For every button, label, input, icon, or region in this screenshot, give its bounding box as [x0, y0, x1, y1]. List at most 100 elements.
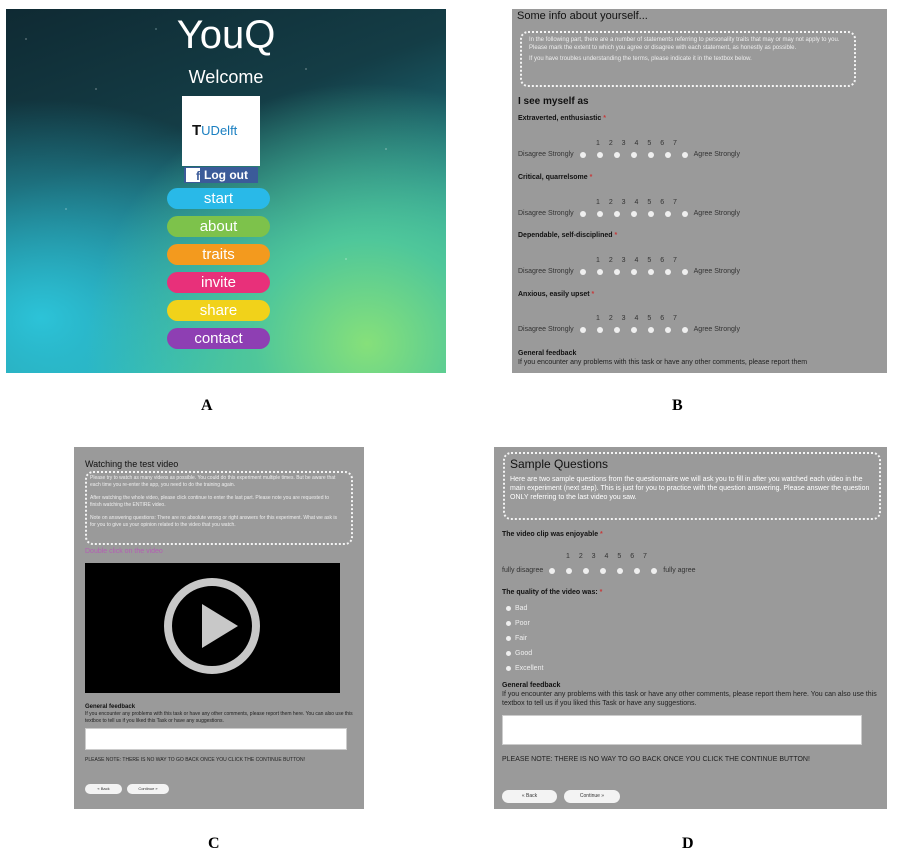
left-anchor: Disagree Strongly — [518, 151, 574, 158]
panel-label-b: B — [672, 397, 683, 414]
continue-button[interactable]: Continue » — [564, 790, 620, 803]
radio-option[interactable] — [647, 210, 654, 217]
radio-option[interactable] — [549, 567, 556, 574]
option-bad[interactable]: Bad — [506, 605, 527, 612]
left-anchor: Disagree Strongly — [518, 268, 574, 275]
option-fair[interactable]: Fair — [506, 635, 527, 642]
scale-heading: I see myself as — [518, 96, 589, 107]
radio-option[interactable] — [681, 268, 688, 275]
back-button[interactable]: « Back — [85, 784, 122, 794]
item-label-critical: Critical, quarrelsome * — [518, 174, 593, 181]
radio-option[interactable] — [664, 268, 671, 275]
no-going-back-note: PLEASE NOTE: THERE IS NO WAY TO GO BACK … — [502, 756, 810, 763]
panel-label-c: C — [208, 835, 220, 852]
radio-option[interactable] — [664, 326, 671, 333]
panel-label-a: A — [201, 397, 213, 414]
facebook-icon: f — [186, 168, 200, 182]
feedback-body: If you encounter any problems with this … — [518, 359, 808, 366]
radio-option[interactable] — [566, 567, 573, 574]
play-icon[interactable] — [162, 576, 262, 676]
tudelft-logo: TUDelft — [182, 96, 260, 166]
back-button[interactable]: « Back — [502, 790, 557, 803]
radio-option[interactable] — [596, 210, 603, 217]
likert-row-anxious: Disagree Strongly Agree Strongly — [518, 326, 740, 333]
invite-button[interactable]: invite — [167, 272, 270, 293]
radio-option[interactable] — [681, 326, 688, 333]
radio-option[interactable] — [634, 567, 641, 574]
radio-option[interactable] — [630, 151, 637, 158]
panel-b-personality-form: Some info about yourself... In the follo… — [512, 9, 887, 373]
left-anchor: Disagree Strongly — [518, 326, 574, 333]
traits-button[interactable]: traits — [167, 244, 270, 265]
radio-option[interactable] — [600, 567, 607, 574]
radio-option[interactable] — [664, 210, 671, 217]
welcome-text: Welcome — [188, 67, 264, 87]
panel-c-test-video: Watching the test video Please try to wa… — [74, 447, 364, 809]
radio-option[interactable] — [647, 151, 654, 158]
radio-option[interactable] — [617, 567, 624, 574]
radio-option[interactable] — [630, 268, 637, 275]
contact-button[interactable]: contact — [167, 328, 270, 349]
logout-button[interactable]: f Log out — [184, 167, 258, 183]
option-good[interactable]: Good — [506, 650, 532, 657]
instructions-paragraph-1: Please try to watch as many videos as po… — [90, 475, 336, 488]
radio-option[interactable] — [664, 151, 671, 158]
panel-label-d: D — [682, 835, 694, 852]
likert-row-extraverted: Disagree Strongly Agree Strongly — [518, 151, 740, 158]
right-anchor: fully agree — [663, 567, 696, 574]
share-button[interactable]: share — [167, 300, 270, 321]
instructions-paragraph-3: Note on answering questions: There are n… — [90, 515, 337, 528]
radio-option[interactable] — [613, 210, 620, 217]
about-button[interactable]: about — [167, 216, 270, 237]
item-label-anxious: Anxious, easily upset * — [518, 291, 595, 298]
feedback-textarea[interactable] — [85, 728, 347, 750]
radio-option[interactable] — [630, 210, 637, 217]
logout-label: Log out — [204, 168, 248, 182]
radio-option[interactable] — [596, 151, 603, 158]
section-title: Some info about yourself... — [517, 10, 648, 22]
radio-option[interactable] — [651, 567, 658, 574]
section-title: Sample Questions — [510, 457, 609, 471]
question-quality: The quality of the video was: * — [502, 589, 603, 596]
radio-option[interactable] — [596, 268, 603, 275]
scale-numbers: 1 2 3 4 5 6 7 — [566, 553, 647, 560]
right-anchor: Agree Strongly — [693, 210, 740, 217]
radio-option[interactable] — [630, 326, 637, 333]
tudelft-logo-text: TUDelft — [192, 122, 238, 139]
option-poor[interactable]: Poor — [506, 620, 530, 627]
right-anchor: Agree Strongly — [693, 326, 740, 333]
radio-option[interactable] — [647, 326, 654, 333]
radio-option[interactable] — [579, 151, 586, 158]
radio-option[interactable] — [596, 326, 603, 333]
radio-option[interactable] — [647, 268, 654, 275]
radio-option[interactable] — [613, 151, 620, 158]
radio-option[interactable] — [579, 326, 586, 333]
radio-option[interactable] — [583, 567, 590, 574]
video-player[interactable] — [85, 563, 340, 693]
option-excellent[interactable]: Excellent — [506, 665, 543, 672]
scale-numbers: 1 2 3 4 5 6 7 — [596, 315, 677, 322]
instructions-paragraph-2: After watching the whole video, please c… — [90, 495, 330, 508]
right-anchor: Agree Strongly — [693, 268, 740, 275]
radio-option[interactable] — [681, 151, 688, 158]
continue-button[interactable]: Continue » — [127, 784, 169, 794]
item-label-extraverted: Extraverted, enthusiastic * — [518, 115, 606, 122]
right-anchor: Agree Strongly — [693, 151, 740, 158]
section-title: Watching the test video — [85, 459, 179, 469]
radio-option[interactable] — [681, 210, 688, 217]
radio-option[interactable] — [579, 210, 586, 217]
radio-option[interactable] — [579, 268, 586, 275]
likert-row-dependable: Disagree Strongly Agree Strongly — [518, 268, 740, 275]
feedback-body: If you encounter any problems with this … — [85, 711, 353, 724]
radio-option[interactable] — [613, 268, 620, 275]
feedback-title: General feedback — [518, 350, 577, 357]
likert-row-enjoyable: fully disagree fully agree — [502, 567, 696, 574]
intro-paragraph-2: If you have troubles understanding the t… — [529, 56, 752, 62]
feedback-textarea[interactable] — [502, 715, 862, 745]
left-anchor: fully disagree — [502, 567, 544, 574]
scale-numbers: 1 2 3 4 5 6 7 — [596, 140, 677, 147]
radio-option[interactable] — [613, 326, 620, 333]
item-label-dependable: Dependable, self-disciplined * — [518, 232, 618, 239]
left-anchor: Disagree Strongly — [518, 210, 574, 217]
start-button[interactable]: start — [167, 188, 270, 209]
